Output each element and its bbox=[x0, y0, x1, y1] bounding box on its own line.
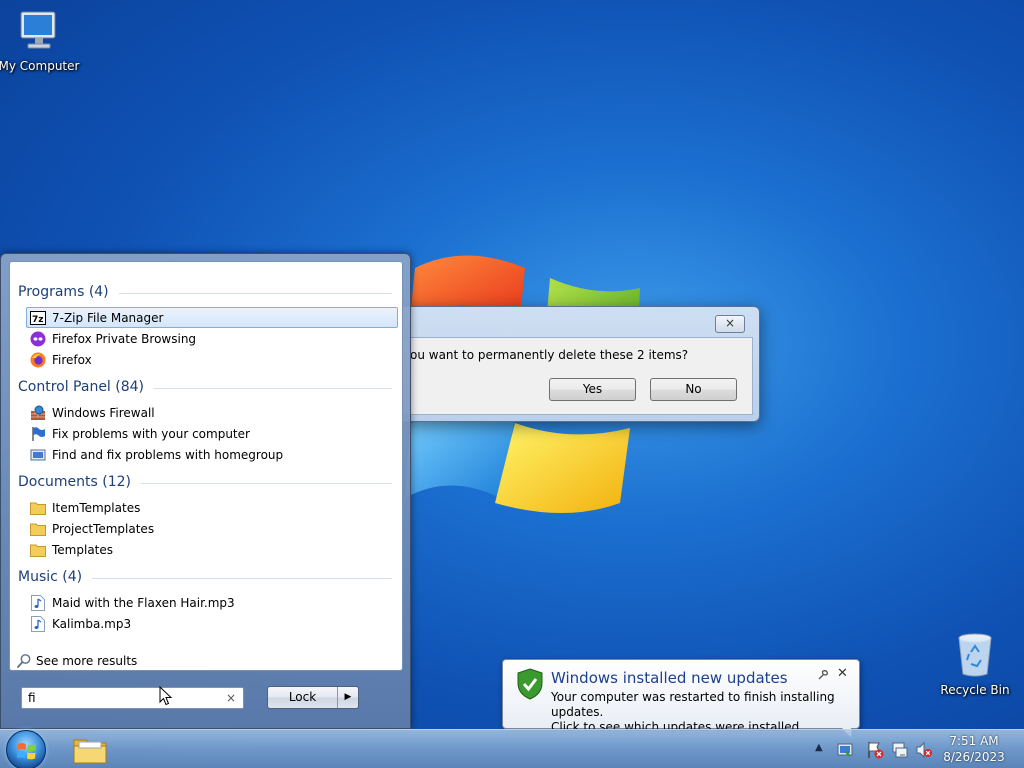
dialog-message: ou want to permanently delete these 2 it… bbox=[410, 348, 689, 362]
result-label: Firefox bbox=[52, 352, 92, 367]
folder-icon bbox=[30, 500, 46, 516]
group-header-control-panel[interactable]: Control Panel (84) bbox=[18, 377, 392, 397]
result-label: Firefox Private Browsing bbox=[52, 331, 197, 346]
taskbar: ▲ 7:51 AM 8/26/2023 bbox=[0, 729, 1024, 768]
yes-button[interactable]: Yes bbox=[549, 378, 636, 401]
show-hidden-icons-button[interactable]: ▲ bbox=[815, 742, 823, 753]
lock-button[interactable]: Lock ▶ bbox=[267, 686, 359, 709]
notification-title: Windows installed new updates bbox=[551, 669, 788, 687]
troubleshoot-icon bbox=[30, 447, 46, 463]
result-label: Kalimba.mp3 bbox=[52, 616, 132, 631]
security-shield-icon bbox=[517, 668, 543, 700]
result-label: ItemTemplates bbox=[52, 500, 141, 515]
folder-icon bbox=[30, 542, 46, 558]
see-more-label: See more results bbox=[36, 654, 138, 668]
desktop-icon-recycle-bin[interactable]: Recycle Bin bbox=[933, 630, 1017, 697]
dialog-titlebar[interactable]: × bbox=[381, 307, 759, 337]
svg-text:7z: 7z bbox=[32, 315, 44, 325]
music-file-icon bbox=[30, 594, 46, 611]
search-results-panel: Programs (4) 7z 7-Zip File Manager Firef… bbox=[9, 261, 403, 671]
windows-update-tray-icon[interactable] bbox=[836, 741, 854, 759]
taskbar-clock[interactable]: 7:51 AM 8/26/2023 bbox=[938, 733, 1010, 765]
result-templates[interactable]: Templates bbox=[26, 539, 398, 560]
flag-icon bbox=[30, 426, 46, 442]
options-wrench-icon[interactable] bbox=[817, 669, 829, 681]
firewall-icon bbox=[30, 405, 46, 421]
result-7zip-file-manager[interactable]: 7z 7-Zip File Manager bbox=[26, 307, 398, 328]
result-itemtemplates[interactable]: ItemTemplates bbox=[26, 497, 398, 518]
desktop-icon-label: My Computer bbox=[0, 59, 80, 73]
clear-search-button[interactable]: × bbox=[226, 688, 236, 708]
update-notification[interactable]: Windows installed new updates Your compu… bbox=[502, 659, 860, 739]
volume-muted-icon[interactable] bbox=[915, 741, 933, 759]
clock-date: 8/26/2023 bbox=[943, 750, 1005, 764]
action-center-flag-icon[interactable] bbox=[866, 741, 884, 759]
desktop-icon-my-computer[interactable]: My Computer bbox=[0, 6, 81, 73]
dialog-close-button[interactable]: × bbox=[715, 315, 745, 333]
windows-explorer-taskbar-button[interactable] bbox=[68, 733, 112, 767]
7zip-icon: 7z bbox=[30, 310, 46, 326]
result-windows-firewall[interactable]: Windows Firewall bbox=[26, 402, 398, 423]
result-maid-with-the-flaxen-hair[interactable]: Maid with the Flaxen Hair.mp3 bbox=[26, 592, 398, 613]
result-label: Find and fix problems with homegroup bbox=[52, 447, 284, 462]
power-options-arrow[interactable]: ▶ bbox=[338, 687, 358, 708]
no-button[interactable]: No bbox=[650, 378, 737, 401]
search-value: fi bbox=[28, 691, 36, 705]
desktop-icon-label: Recycle Bin bbox=[940, 683, 1010, 697]
firefox-private-icon bbox=[30, 331, 46, 347]
result-label: Templates bbox=[52, 542, 114, 557]
start-search-input[interactable]: fi × bbox=[21, 687, 244, 709]
delete-confirm-dialog: × ou want to permanently delete these 2 … bbox=[380, 306, 760, 422]
firefox-icon bbox=[30, 352, 46, 368]
result-label: Fix problems with your computer bbox=[52, 426, 250, 441]
lock-label: Lock bbox=[268, 687, 338, 708]
windows-logo-icon bbox=[17, 743, 36, 760]
result-label: 7-Zip File Manager bbox=[52, 310, 164, 325]
see-more-results-link[interactable]: See more results bbox=[16, 653, 137, 669]
result-homegroup-troubleshoot[interactable]: Find and fix problems with homegroup bbox=[26, 444, 398, 465]
start-menu: Programs (4) 7z 7-Zip File Manager Firef… bbox=[0, 253, 411, 729]
result-label: Windows Firewall bbox=[52, 405, 155, 420]
folder-icon bbox=[30, 521, 46, 537]
network-icon[interactable] bbox=[891, 741, 909, 759]
music-file-icon bbox=[30, 615, 46, 632]
notification-line: Your computer was restarted to finish in… bbox=[551, 690, 835, 719]
clock-time: 7:51 AM bbox=[949, 734, 999, 748]
result-label: Maid with the Flaxen Hair.mp3 bbox=[52, 595, 235, 610]
group-header-music[interactable]: Music (4) bbox=[18, 567, 392, 587]
result-fix-problems[interactable]: Fix problems with your computer bbox=[26, 423, 398, 444]
mouse-cursor-icon bbox=[159, 686, 173, 706]
group-header-programs[interactable]: Programs (4) bbox=[18, 282, 392, 302]
computer-icon bbox=[20, 11, 56, 49]
recycle-bin-icon bbox=[958, 633, 992, 677]
result-kalimba[interactable]: Kalimba.mp3 bbox=[26, 613, 398, 634]
result-firefox-private-browsing[interactable]: Firefox Private Browsing bbox=[26, 328, 398, 349]
result-label: ProjectTemplates bbox=[52, 521, 155, 536]
notification-close-button[interactable]: ✕ bbox=[837, 666, 848, 681]
group-header-documents[interactable]: Documents (12) bbox=[18, 472, 392, 492]
start-button[interactable] bbox=[6, 730, 46, 768]
result-firefox[interactable]: Firefox bbox=[26, 349, 398, 370]
dialog-body: ou want to permanently delete these 2 it… bbox=[387, 337, 753, 415]
magnifier-icon bbox=[16, 653, 32, 669]
result-projecttemplates[interactable]: ProjectTemplates bbox=[26, 518, 398, 539]
